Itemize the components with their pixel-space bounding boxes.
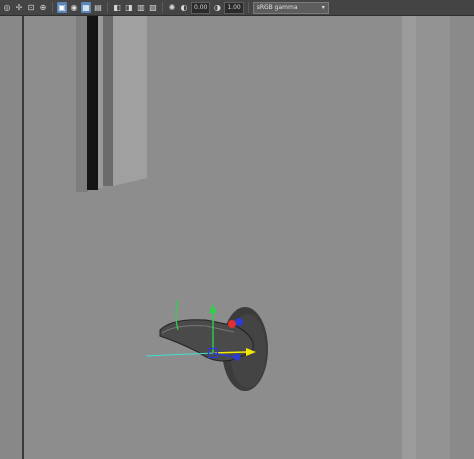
shadow-icon[interactable]: ◧ <box>112 2 122 13</box>
exposure-icon[interactable]: ◐ <box>179 2 189 13</box>
isolate-icon[interactable]: ⊕ <box>38 2 48 13</box>
window-frame-shadow <box>103 16 113 186</box>
color-space-dropdown[interactable]: sRGB gamma ▾ <box>252 1 329 14</box>
chevron-down-icon: ▾ <box>321 3 325 11</box>
wireframe-icon[interactable]: ▣ <box>57 2 67 13</box>
toolbar-divider <box>52 2 53 13</box>
window-frame-left <box>76 16 88 192</box>
lights-icon[interactable]: ▤ <box>93 2 103 13</box>
left-wall-panel <box>0 16 22 459</box>
maya-viewport-window: ◎ ✢ ⊡ ⊕ ▣ ◉ ▦ ▤ ◧ ◨ ▥ ▧ ✺ ◐ 0.00 ◑ 1.00 … <box>0 0 474 459</box>
camera-icon[interactable]: ⊡ <box>26 2 36 13</box>
toolbar-divider <box>162 2 163 13</box>
gamma-field[interactable]: 1.00 <box>224 1 244 14</box>
toolbar-divider <box>107 2 108 13</box>
motion-blur-icon[interactable]: ▧ <box>148 2 158 13</box>
ssao-icon[interactable]: ▥ <box>136 2 146 13</box>
window-dark-gap <box>87 16 98 190</box>
xray-icon[interactable]: ◨ <box>124 2 134 13</box>
window-frame-lit <box>98 16 103 188</box>
pivot-red-marker-icon <box>228 320 236 328</box>
3d-viewport[interactable] <box>0 16 474 459</box>
viewport-scene <box>0 16 474 459</box>
toolbar-divider <box>247 2 249 13</box>
color-space-label: sRGB gamma <box>256 3 298 11</box>
grid-icon[interactable]: ◎ <box>2 2 12 13</box>
left-wall-edge <box>22 16 24 459</box>
smooth-shade-icon[interactable]: ◉ <box>69 2 79 13</box>
texture-icon[interactable]: ▦ <box>81 2 91 13</box>
aa-icon[interactable]: ✺ <box>167 2 177 13</box>
snap-icon[interactable]: ✢ <box>14 2 24 13</box>
window-frame-right <box>113 16 147 186</box>
right-wall-panel <box>416 16 450 459</box>
right-wall-strip <box>402 16 416 459</box>
z-axis-handle-icon[interactable] <box>233 353 241 361</box>
right-wall-far-panel <box>450 16 474 459</box>
gamma-icon[interactable]: ◑ <box>212 2 222 13</box>
exposure-field[interactable]: 0.00 <box>191 1 211 14</box>
viewport-toolbar: ◎ ✢ ⊡ ⊕ ▣ ◉ ▦ ▤ ◧ ◨ ▥ ▧ ✺ ◐ 0.00 ◑ 1.00 … <box>0 0 474 16</box>
pivot-blue-marker-icon <box>235 318 243 326</box>
